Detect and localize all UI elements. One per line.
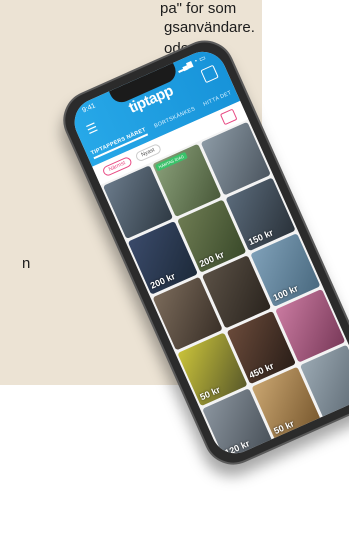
listing-grid: HÄMTAS IDAG 200 kr 200 kr 150 kr 100 kr … <box>102 121 349 461</box>
filter-icon[interactable] <box>219 108 238 126</box>
background-text-line-4: n <box>22 255 31 272</box>
status-time: 9:41 <box>81 102 97 115</box>
phone-body: 9:41 ▂▄▆ ◔ ▭ ☰ tiptapp TIPTAPPERS NÄRET … <box>53 30 349 475</box>
phone-screen: 9:41 ▂▄▆ ◔ ▭ ☰ tiptapp TIPTAPPERS NÄRET … <box>66 44 349 461</box>
listing-price: 50 kr <box>272 418 296 437</box>
listing-price: 120 kr <box>223 438 252 458</box>
listing-price: 50 kr <box>198 384 222 403</box>
filter-chip-nyast[interactable]: Nyast <box>134 142 163 163</box>
